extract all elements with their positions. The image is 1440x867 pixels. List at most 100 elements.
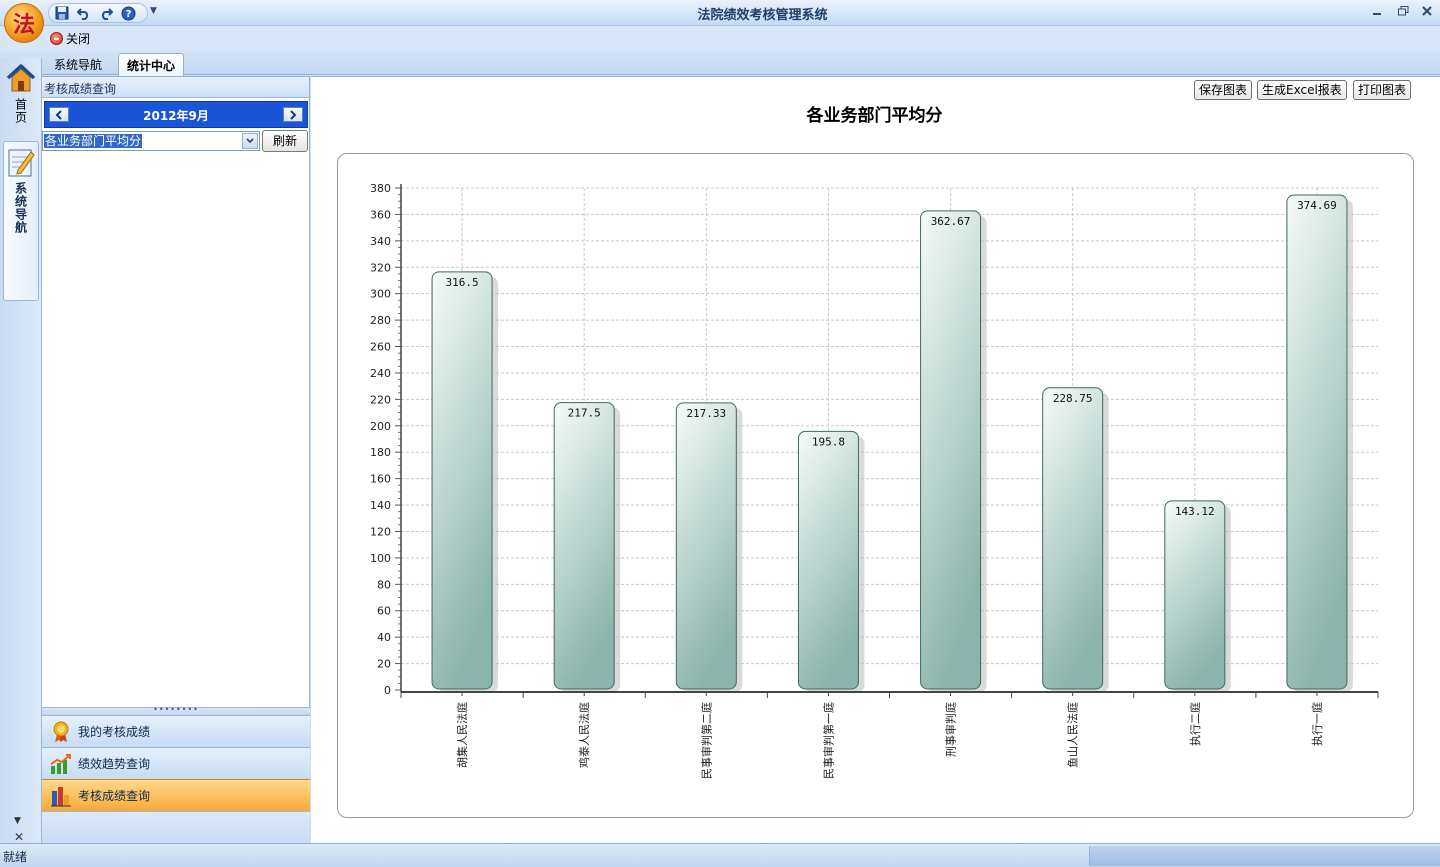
y-tick-label: 180 <box>370 446 391 459</box>
y-tick-label: 300 <box>370 288 391 301</box>
chevron-left-icon <box>55 109 62 120</box>
trend-chart-icon <box>50 753 71 774</box>
y-tick-label: 20 <box>377 658 391 671</box>
status-text: 就绪 <box>3 850 28 864</box>
bar-value-label: 195.8 <box>812 435 845 448</box>
status-bar: 就绪 <box>0 843 1440 867</box>
main-content: 保存图表 生成Excel报表 打印图表 各业务部门平均分 316.5 217.5 2… <box>311 76 1440 843</box>
app-logo-char: 法 <box>12 12 35 38</box>
medal-icon <box>53 721 69 742</box>
print-chart-button[interactable]: 打印图表 <box>1353 80 1412 100</box>
close-action-label: 关闭 <box>66 32 91 46</box>
y-tick-label: 200 <box>370 420 391 433</box>
bar-chart-icon <box>51 786 71 806</box>
home-icon <box>6 64 36 92</box>
tab-statistics-center[interactable]: 统计中心 <box>118 53 185 76</box>
y-tick-label: 100 <box>370 552 391 565</box>
ribbon-bar: 关闭 <box>0 26 1440 50</box>
bar <box>1042 387 1104 690</box>
close-circle-icon <box>50 32 63 45</box>
bar-value-label: 374.69 <box>1297 199 1337 212</box>
bar <box>431 271 493 690</box>
y-tick-label: 160 <box>370 473 391 486</box>
report-type-select[interactable]: 各业务部门平均分 <box>42 131 260 151</box>
strip-scroll-down-icon[interactable]: ▼ <box>14 816 21 826</box>
bar <box>920 210 982 690</box>
nav-item-label: 我的考核成绩 <box>78 725 151 739</box>
system-navigation-button[interactable]: 系统导航 <box>3 141 39 301</box>
y-tick-label: 80 <box>377 578 391 591</box>
y-tick-label: 240 <box>370 367 391 380</box>
bar-value-label: 316.5 <box>446 276 479 289</box>
system-navigation-label: 系统导航 <box>13 182 28 234</box>
x-category-label: 鸡泰人民法庭 <box>577 702 591 768</box>
bar-value-label: 217.33 <box>686 407 726 420</box>
minimize-button[interactable] <box>1366 2 1388 20</box>
month-selector: 2012年9月 <box>44 101 308 128</box>
y-tick-label: 340 <box>370 235 391 248</box>
strip-close-icon[interactable]: ✕ <box>14 830 24 844</box>
bar-value-label: 362.67 <box>931 215 971 228</box>
chart-frame: 316.5 217.5 217.33 195.8 362.67 228.75 143.12 3… <box>337 153 1414 818</box>
tab-system-navigation[interactable]: 系统导航 <box>46 53 110 75</box>
y-tick-label: 280 <box>370 314 391 327</box>
nav-item-label: 考核成绩查询 <box>78 789 151 803</box>
nav-item-label: 绩效趋势查询 <box>78 757 151 771</box>
bar <box>797 430 859 690</box>
previous-month-button[interactable] <box>49 107 69 122</box>
home-label: 首页 <box>13 98 28 124</box>
left-panel-header: 考核成绩查询 <box>42 77 309 98</box>
y-tick-label: 260 <box>370 341 391 354</box>
y-tick-label: 360 <box>370 208 391 221</box>
bar-chart: 316.5 217.5 217.33 195.8 362.67 228.75 143.12 3… <box>370 182 1379 779</box>
left-panel: 考核成绩查询 2012年9月 各业务部门平均分 刷新 •••••••• 我的考核… <box>42 76 310 844</box>
bar-value-label: 217.5 <box>568 407 601 420</box>
chevron-down-icon[interactable] <box>242 133 258 149</box>
export-excel-button[interactable]: 生成Excel报表 <box>1257 80 1347 100</box>
y-tick-label: 40 <box>377 631 391 644</box>
nav-pane-footer <box>42 811 310 844</box>
nav-item-score-query[interactable]: 考核成绩查询 <box>42 779 310 811</box>
title-bar: ? ▼ 法院绩效考核管理系统 <box>0 0 1440 26</box>
x-category-label: 民事审判第二庭 <box>699 702 713 779</box>
panel-splitter[interactable]: •••••••• <box>42 706 310 715</box>
y-tick-label: 380 <box>370 182 391 195</box>
x-category-label: 鱼山人民法庭 <box>1066 702 1080 768</box>
app-logo[interactable]: 法 <box>4 3 44 43</box>
chevron-right-icon <box>290 109 297 120</box>
save-chart-button[interactable]: 保存图表 <box>1194 80 1253 100</box>
report-type-selected-value: 各业务部门平均分 <box>44 134 143 148</box>
bar <box>553 402 615 690</box>
close-action-button[interactable]: 关闭 <box>50 30 90 47</box>
bar-value-label: 228.75 <box>1053 392 1093 405</box>
close-window-button[interactable] <box>1416 2 1438 20</box>
vertical-nav-strip: 首页 系统导航 ▼ ✕ <box>0 58 42 844</box>
status-bar-right-pane <box>1089 846 1440 866</box>
month-label: 2012年9月 <box>143 109 209 123</box>
bar <box>1164 500 1226 690</box>
y-tick-label: 120 <box>370 525 391 538</box>
y-tick-label: 220 <box>370 393 391 406</box>
y-tick-label: 0 <box>384 684 391 697</box>
x-category-label: 执行一庭 <box>1310 702 1324 746</box>
x-category-label: 刑事审判庭 <box>944 702 958 757</box>
nav-item-my-score[interactable]: 我的考核成绩 <box>42 715 310 747</box>
x-category-label: 民事审判第一庭 <box>821 702 835 779</box>
window-title: 法院绩效考核管理系统 <box>697 8 828 23</box>
x-category-label: 执行二庭 <box>1188 702 1202 746</box>
next-month-button[interactable] <box>283 107 303 122</box>
chart-title: 各业务部门平均分 <box>806 106 943 126</box>
home-button[interactable]: 首页 <box>3 62 39 124</box>
y-tick-label: 320 <box>370 261 391 274</box>
restore-button[interactable] <box>1392 2 1414 20</box>
notepad-icon <box>8 149 35 177</box>
tab-bar: 系统导航 统计中心 <box>0 50 1440 76</box>
y-tick-label: 140 <box>370 499 391 512</box>
refresh-button[interactable]: 刷新 <box>262 130 308 152</box>
bar-value-label: 143.12 <box>1175 505 1215 518</box>
nav-item-performance-trend[interactable]: 绩效趋势查询 <box>42 747 310 779</box>
bar <box>675 402 737 690</box>
bar <box>1286 194 1348 690</box>
x-category-label: 胡集人民法庭 <box>455 702 469 768</box>
y-tick-label: 60 <box>377 605 391 618</box>
